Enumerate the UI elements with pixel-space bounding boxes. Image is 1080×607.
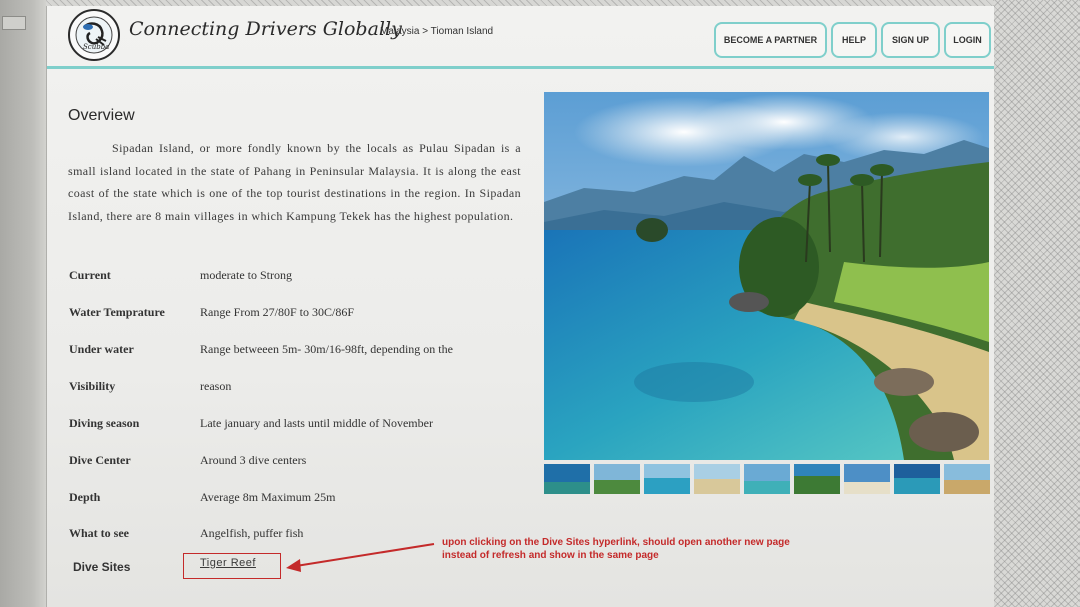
detail-row-dive-center: Dive Center Around 3 dive centers bbox=[69, 453, 549, 473]
thumbnail-2[interactable] bbox=[594, 464, 640, 494]
become-partner-button[interactable]: BECOME A PARTNER bbox=[714, 22, 827, 58]
diver-logo-icon: Scubba bbox=[75, 16, 113, 54]
thumbnail-strip bbox=[544, 464, 990, 494]
thumbnail-1[interactable] bbox=[544, 464, 590, 494]
detail-value: Late january and lasts until middle of N… bbox=[200, 416, 433, 430]
overview-heading: Overview bbox=[68, 107, 135, 124]
thumbnail-8[interactable] bbox=[894, 464, 940, 494]
help-button[interactable]: HELP bbox=[831, 22, 877, 58]
detail-label: What to see bbox=[69, 526, 129, 540]
detail-row-visibility: Visibility reason bbox=[69, 379, 549, 399]
detail-value: Range betweeen 5m- 30m/16-98ft, dependin… bbox=[200, 342, 453, 356]
overview-paragraph: Sipadan Island, or more fondly known by … bbox=[68, 141, 521, 223]
tiger-reef-link[interactable]: Tiger Reef bbox=[200, 557, 256, 569]
breadcrumb[interactable]: Malaysia > Tioman Island bbox=[380, 26, 493, 37]
detail-row-depth: Depth Average 8m Maximum 25m bbox=[69, 490, 549, 510]
detail-row-water-temperature: Water Temprature Range From 27/80F to 30… bbox=[69, 305, 549, 325]
window-right-background bbox=[993, 0, 1080, 607]
detail-label: Dive Center bbox=[69, 453, 131, 467]
scroll-handle[interactable] bbox=[2, 16, 26, 30]
web-page: Scubba Connecting Drivers Globally Malay… bbox=[46, 6, 994, 607]
sign-up-button[interactable]: SIGN UP bbox=[881, 22, 940, 58]
detail-label: Current bbox=[69, 268, 111, 282]
detail-value: Range From 27/80F to 30C/86F bbox=[200, 305, 355, 319]
logo-word: Scubba bbox=[83, 43, 109, 51]
thumbnail-6[interactable] bbox=[794, 464, 840, 494]
detail-value: Average 8m Maximum 25m bbox=[200, 490, 336, 504]
detail-label: Visibility bbox=[69, 379, 116, 393]
detail-label: Depth bbox=[69, 490, 101, 504]
detail-label: Water Temprature bbox=[69, 305, 165, 319]
detail-value: reason bbox=[200, 379, 232, 393]
annotation-line-1: upon clicking on the Dive Sites hyperlin… bbox=[442, 537, 790, 548]
thumbnail-5[interactable] bbox=[744, 464, 790, 494]
annotation-note: upon clicking on the Dive Sites hyperlin… bbox=[442, 536, 862, 562]
dive-site-highlight-box: Tiger Reef bbox=[183, 553, 281, 579]
detail-row-diving-season: Diving season Late january and lasts unt… bbox=[69, 416, 549, 436]
header-divider bbox=[47, 66, 994, 69]
detail-label: Under water bbox=[69, 342, 134, 356]
detail-row-current: Current moderate to Strong bbox=[69, 268, 549, 288]
tropical-island-image bbox=[544, 92, 989, 460]
detail-row-under-water: Under water Range betweeen 5m- 30m/16-98… bbox=[69, 342, 549, 362]
main-island-photo[interactable] bbox=[544, 92, 989, 460]
scubba-logo[interactable]: Scubba bbox=[68, 9, 120, 61]
annotation-line-2: instead of refresh and show in the same … bbox=[442, 550, 659, 561]
window-left-edge bbox=[0, 0, 46, 607]
site-tagline: Connecting Drivers Globally bbox=[129, 18, 402, 40]
login-button[interactable]: LOGIN bbox=[944, 22, 991, 58]
dive-sites-label: Dive Sites bbox=[73, 560, 131, 574]
thumbnail-7[interactable] bbox=[844, 464, 890, 494]
detail-value: Around 3 dive centers bbox=[200, 453, 307, 467]
detail-label: Diving season bbox=[69, 416, 140, 430]
thumbnail-4[interactable] bbox=[694, 464, 740, 494]
annotation-arrow-icon bbox=[286, 543, 435, 572]
detail-value: moderate to Strong bbox=[200, 268, 292, 282]
thumbnail-3[interactable] bbox=[644, 464, 690, 494]
thumbnail-9[interactable] bbox=[944, 464, 990, 494]
